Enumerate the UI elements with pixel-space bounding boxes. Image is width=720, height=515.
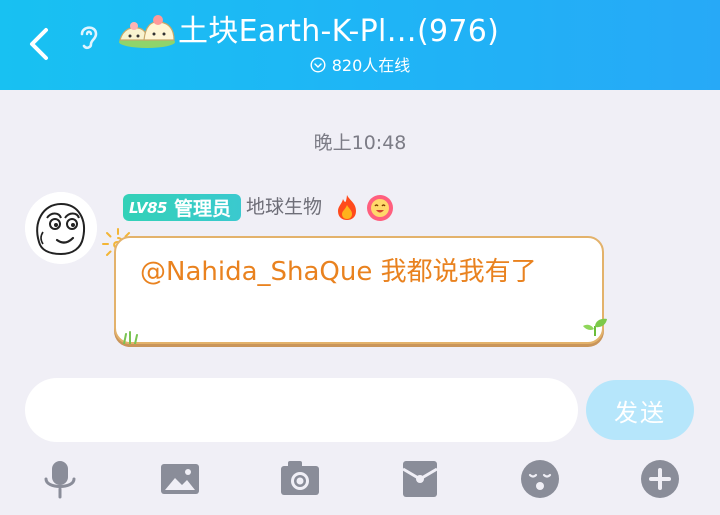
red-packet-icon[interactable] (400, 459, 440, 499)
chevron-down-circle-icon (310, 57, 326, 73)
image-icon[interactable] (160, 459, 200, 499)
fire-icon (338, 195, 356, 220)
message-text: @Nahida_ShaQue 我都说我有了 (140, 257, 537, 287)
online-count[interactable]: 820人在线 (0, 55, 720, 77)
camera-icon[interactable] (280, 459, 320, 499)
plus-icon[interactable] (640, 459, 680, 499)
online-count-label: 820人在线 (331, 56, 411, 75)
dumplings-emoji-icon (119, 15, 175, 48)
message-input[interactable] (25, 378, 578, 442)
sprout-decoration-icon (583, 318, 607, 336)
microphone-icon[interactable] (40, 459, 80, 499)
send-button[interactable]: 发送 (586, 380, 694, 440)
message-bubble[interactable]: @Nahida_ShaQue 我都说我有了 (114, 236, 604, 344)
ear-icon[interactable] (75, 21, 103, 51)
avatar[interactable] (25, 192, 97, 264)
chat-title[interactable]: 土块Earth-K-Pl…(976) (178, 12, 499, 52)
chat-header: 土块Earth-K-Pl…(976) 820人在线 (0, 0, 720, 90)
emoji-icon[interactable] (520, 459, 560, 499)
grass-decoration-icon (123, 331, 138, 344)
level-label: LV85 (129, 198, 167, 217)
message-timestamp: 晚上10:48 (313, 132, 407, 154)
level-role-badge: LV85 管理员 (123, 194, 241, 221)
sender-nickname[interactable]: 地球生物 (246, 194, 322, 221)
role-label: 管理员 (173, 198, 231, 220)
flower-face-icon (367, 195, 393, 221)
